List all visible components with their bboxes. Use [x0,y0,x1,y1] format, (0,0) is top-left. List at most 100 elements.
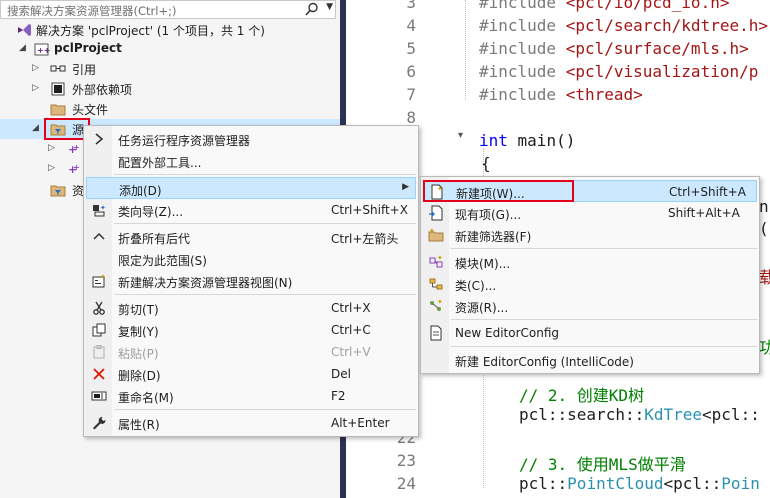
code-token: pcl:: [519,474,568,493]
code-fragment: n [759,197,769,216]
copy-icon [91,322,107,338]
tree-item-header-files[interactable]: 头文件 [0,99,340,119]
search-options-dropdown[interactable]: ▼ [326,2,333,12]
resource-icon: ✦ [428,298,444,314]
submenu-arrow-icon: ▶ [402,182,409,192]
submenu-item-module[interactable]: ✦ 模块(M)... [423,251,757,273]
collapsed-arrow-icon[interactable]: ▷ [48,163,55,173]
menu-item-scope-to-this[interactable]: 限定为此范围(S) [86,248,416,270]
references-label: 引用 [72,63,97,77]
menu-item-properties[interactable]: 属性(R) Alt+Enter [86,412,416,434]
menu-item-task-runner[interactable]: 任务运行程序资源管理器 [86,128,416,150]
cpp-project-icon: ++ [34,41,50,57]
code-token: <pcl/search/kdtree.h> [565,16,768,35]
external-deps-label: 外部依赖项 [72,83,133,97]
tree-item-project[interactable]: ◢ ++ pclProject [0,39,340,59]
code-token: <pcl/io/pcd_io.h> [565,0,730,12]
menu-separator [451,248,757,249]
code-token: Poin [721,474,760,493]
external-dependencies-icon [50,81,66,97]
svg-text:✦: ✦ [100,204,106,212]
delete-icon [91,366,107,382]
menu-item-paste[interactable]: 粘贴(P) Ctrl+V [86,341,416,363]
new-view-icon: ✦ [91,273,107,289]
solution-icon [16,22,32,38]
code-token: PointCloud [567,474,664,493]
submenu-item-class[interactable]: 类(C)... [423,273,757,295]
search-input[interactable]: 搜索解决方案资源管理器(Ctrl+;) ▼ [0,0,336,19]
menu-item-collapse-all[interactable]: 折叠所有后代 Ctrl+左箭头 [86,226,416,248]
menu-separator [114,294,416,295]
solution-label: 解决方案 'pclProject' (1 个项目，共 1 个) [36,24,265,38]
menu-item-cut[interactable]: 剪切(T) Ctrl+X [86,297,416,319]
tree-item-references[interactable]: ▷ 引用 [0,59,340,79]
code-token: #include [479,0,566,12]
menu-item-copy[interactable]: 复制(Y) Ctrl+C [86,319,416,341]
headers-label: 头文件 [72,103,109,117]
code-token: #include [479,16,566,35]
filter-folder-icon [50,182,66,198]
code-token: <pcl/visualization/p [565,62,759,81]
submenu-item-new-editorconfig[interactable]: New EditorConfig [423,322,757,344]
code-line: pcl::PointCloud<pcl::Poin [519,474,760,493]
submenu-item-new-filter[interactable]: ✦ 新建筛选器(F) [423,224,757,246]
code-line: { [481,154,491,173]
menu-item-rename[interactable]: 重命名(M) F2 [86,385,416,407]
collapsed-arrow-icon[interactable]: ▷ [32,63,39,73]
rename-icon [91,388,107,404]
code-token: #include [479,62,566,81]
fold-toggle-icon[interactable]: ▾ [458,130,463,141]
code-token: // 2. 创建KD树 [519,386,645,405]
class-wizard-icon: ✦ [91,202,107,218]
line-number: 4 [406,16,416,35]
tree-item-solution[interactable]: 解决方案 'pclProject' (1 个项目，共 1 个) [0,20,340,40]
annotation-highlight-box [423,180,574,202]
svg-text:✦: ✦ [100,273,106,281]
new-filter-icon: ✦ [428,227,444,243]
expanded-arrow-icon[interactable]: ◢ [32,123,39,133]
line-number: 3 [406,0,416,12]
code-token: { [481,154,491,173]
editorconfig-icon [428,325,444,341]
references-icon [50,61,66,77]
code-line: #include <pcl/search/kdtree.h> [479,16,768,35]
code-line: #include <pcl/surface/mls.h> [479,39,749,58]
submenu-item-existing-item[interactable]: 现有项(G)... Shift+Alt+A [423,202,757,224]
code-token: int [479,131,508,150]
code-fragment: 载 [759,268,770,287]
menu-item-class-wizard[interactable]: ✦ 类向导(Z)... Ctrl+Shift+X [86,199,416,221]
collapse-icon [91,229,107,245]
code-line: #include <pcl/visualization/p [479,62,758,81]
code-fragment: 功 [759,338,770,357]
menu-item-configure-external-tools[interactable]: 配置外部工具... [86,150,416,172]
collapsed-arrow-icon[interactable]: ▷ [48,143,55,153]
menu-separator [451,346,757,347]
code-token: <thread> [565,85,643,104]
cpp-file-icon: + + [66,161,82,177]
menu-separator [114,174,416,175]
svg-text:++: ++ [37,46,50,55]
svg-text:+: + [73,163,80,172]
search-icon[interactable] [304,1,320,18]
existing-item-icon [428,205,444,221]
indent-guide [465,0,466,100]
tree-item-external-dependencies[interactable]: ▷ 外部依赖项 [0,79,340,99]
expanded-arrow-icon[interactable]: ◢ [19,43,26,53]
cpp-file-icon: + + [66,141,82,157]
svg-text:✦: ✦ [429,227,435,235]
menu-item-add[interactable]: 添加(D) ▶ [86,177,416,199]
menu-item-delete[interactable]: 删除(D) Del [86,363,416,385]
line-number: 23 [396,451,416,470]
svg-text:✦: ✦ [437,254,443,262]
code-line: // 2. 创建KD树 [519,382,644,406]
folder-icon [50,101,66,117]
svg-text:✦: ✦ [437,298,443,306]
code-token: // 3. 使用MLS做平滑 [519,455,686,474]
code-token: KdTree [644,405,703,424]
submenu-item-new-editorconfig-intellicode[interactable]: 新建 EditorConfig (IntelliCode) [423,349,757,371]
code-line: #include <thread> [479,85,643,104]
menu-item-new-explorer-view[interactable]: ✦ 新建解决方案资源管理器视图(N) [86,270,416,292]
collapsed-arrow-icon[interactable]: ▷ [32,83,39,93]
svg-text:+: + [73,143,80,152]
submenu-item-resource[interactable]: ✦ 资源(R)... [423,295,757,317]
